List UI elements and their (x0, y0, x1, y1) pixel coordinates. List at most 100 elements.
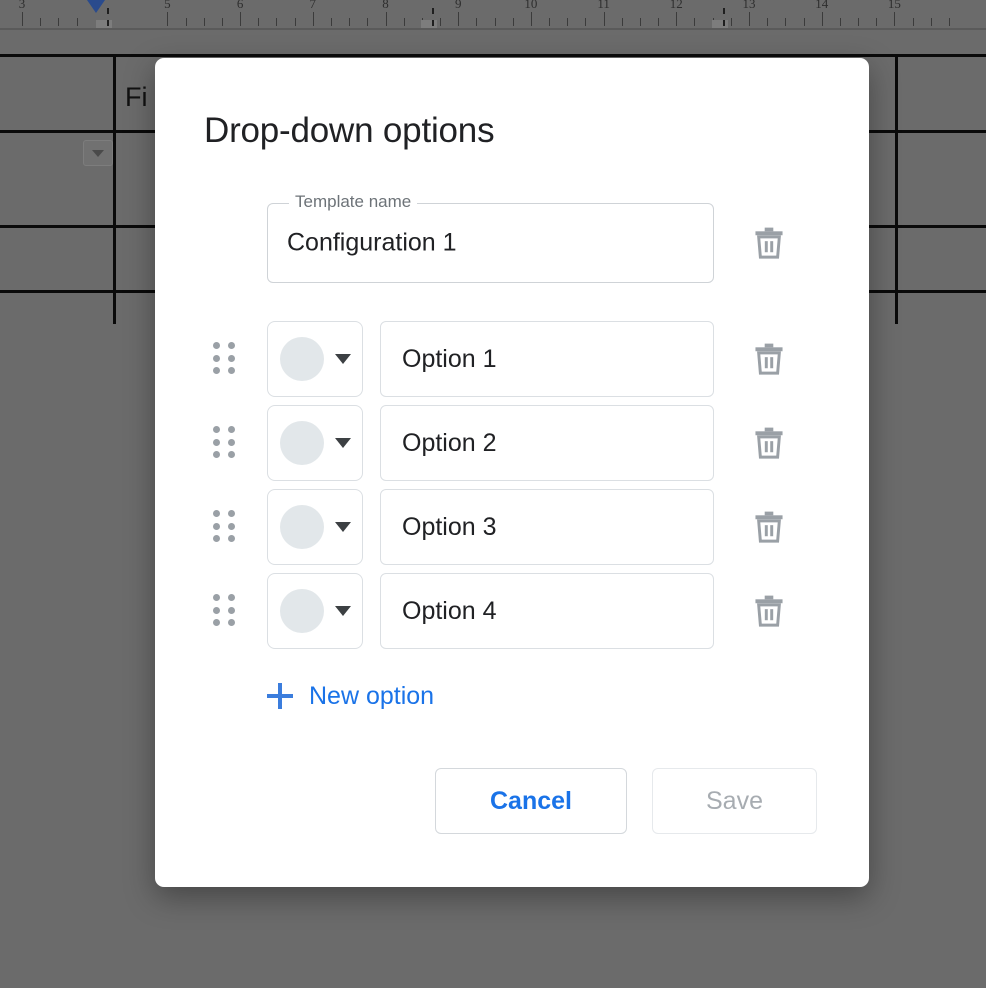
ruler-tick-minor (931, 18, 932, 26)
ruler-tick-minor (785, 18, 786, 26)
trash-icon (754, 343, 784, 375)
sheet-cell-text: Fi (125, 82, 148, 113)
ruler-tick (458, 12, 459, 26)
trash-icon (754, 427, 784, 459)
ruler-tick-minor (349, 18, 350, 26)
ruler-number: 15 (888, 0, 901, 12)
ruler-margin-line (107, 8, 109, 26)
ruler-tick-minor (204, 18, 205, 26)
option-row: Option 4 (155, 573, 869, 649)
option-label-value: Option 2 (402, 429, 497, 458)
sheet-row (0, 54, 986, 57)
drag-handle-icon[interactable] (213, 510, 235, 544)
ruler-tick (313, 12, 314, 26)
new-option-label: New option (309, 682, 434, 711)
ruler-number: 12 (670, 0, 683, 12)
horizontal-ruler[interactable]: 356789101112131415 (0, 0, 986, 30)
ruler-number: 11 (597, 0, 610, 12)
color-swatch-icon (280, 421, 324, 465)
new-option-button[interactable]: New option (267, 676, 434, 716)
option-label-value: Option 4 (402, 597, 497, 626)
ruler-indent-handle[interactable] (712, 20, 728, 28)
option-row: Option 3 (155, 489, 869, 565)
ruler-tick (894, 12, 895, 26)
ruler-tick (822, 12, 823, 26)
ruler-tick-minor (276, 18, 277, 26)
color-swatch-icon (280, 589, 324, 633)
ruler-tick-minor (331, 18, 332, 26)
ruler-tick (22, 12, 23, 26)
ruler-tick-minor (476, 18, 477, 26)
drag-handle-icon[interactable] (213, 594, 235, 628)
drag-handle-icon[interactable] (213, 342, 235, 376)
ruler-tick-minor (40, 18, 41, 26)
cancel-button[interactable]: Cancel (435, 768, 627, 834)
ruler-indent-handle[interactable] (96, 20, 112, 28)
ruler-tick-minor (367, 18, 368, 26)
ruler-tick (531, 12, 532, 26)
dropdown-caret-icon (335, 438, 351, 448)
ruler-number: 14 (815, 0, 828, 12)
option-color-button[interactable] (267, 321, 363, 397)
ruler-number: 10 (524, 0, 537, 12)
ruler-tick-minor (858, 18, 859, 26)
ruler-tick (604, 12, 605, 26)
drag-handle-icon[interactable] (213, 426, 235, 460)
delete-option-button[interactable] (744, 418, 794, 468)
ruler-indent-handle[interactable] (421, 20, 437, 28)
option-label-input[interactable]: Option 1 (380, 321, 714, 397)
ruler-tick-minor (549, 18, 550, 26)
trash-icon (754, 511, 784, 543)
ruler-tick (167, 12, 168, 26)
drop-down-options-dialog: Drop-down options Template name Configur… (155, 58, 869, 887)
ruler-number: 8 (382, 0, 389, 12)
ruler-tick-minor (913, 18, 914, 26)
ruler-tick-minor (58, 18, 59, 26)
ruler-tick-minor (295, 18, 296, 26)
template-name-label: Template name (289, 192, 417, 212)
delete-option-button[interactable] (744, 502, 794, 552)
ruler-tick-minor (585, 18, 586, 26)
option-label-value: Option 1 (402, 345, 497, 374)
option-color-button[interactable] (267, 405, 363, 481)
ruler-tick-minor (949, 18, 950, 26)
sheet-column-divider (895, 54, 898, 324)
delete-template-button[interactable] (744, 218, 794, 268)
ruler-number: 3 (19, 0, 26, 12)
ruler-tick-minor (404, 18, 405, 26)
ruler-number: 5 (164, 0, 171, 12)
template-name-input[interactable]: Configuration 1 (287, 229, 457, 258)
option-label-input[interactable]: Option 2 (380, 405, 714, 481)
trash-icon (754, 227, 784, 259)
option-row: Option 2 (155, 405, 869, 481)
option-color-button[interactable] (267, 489, 363, 565)
sheet-column-divider (113, 54, 116, 324)
color-swatch-icon (280, 505, 324, 549)
ruler-tick-minor (440, 18, 441, 26)
dropdown-caret-icon (92, 150, 104, 157)
ruler-tick-minor (258, 18, 259, 26)
ruler-tick (676, 12, 677, 26)
ruler-tick-minor (495, 18, 496, 26)
ruler-tick-minor (658, 18, 659, 26)
delete-option-button[interactable] (744, 586, 794, 636)
option-label-input[interactable]: Option 3 (380, 489, 714, 565)
cell-dropdown-chip[interactable] (83, 140, 113, 166)
ruler-margin-line (723, 8, 725, 26)
ruler-tick-minor (731, 18, 732, 26)
indent-marker-icon[interactable] (87, 0, 105, 13)
ruler-tick-minor (804, 18, 805, 26)
option-label-value: Option 3 (402, 513, 497, 542)
ruler-margin-line (432, 8, 434, 26)
ruler-tick-minor (640, 18, 641, 26)
option-label-input[interactable]: Option 4 (380, 573, 714, 649)
ruler-number: 6 (237, 0, 244, 12)
ruler-tick (386, 12, 387, 26)
delete-option-button[interactable] (744, 334, 794, 384)
template-name-field[interactable]: Template name Configuration 1 (267, 203, 714, 283)
save-button[interactable]: Save (652, 768, 817, 834)
page-title: Drop-down options (204, 111, 494, 151)
ruler-tick-minor (77, 18, 78, 26)
option-color-button[interactable] (267, 573, 363, 649)
ruler-number: 9 (455, 0, 462, 12)
